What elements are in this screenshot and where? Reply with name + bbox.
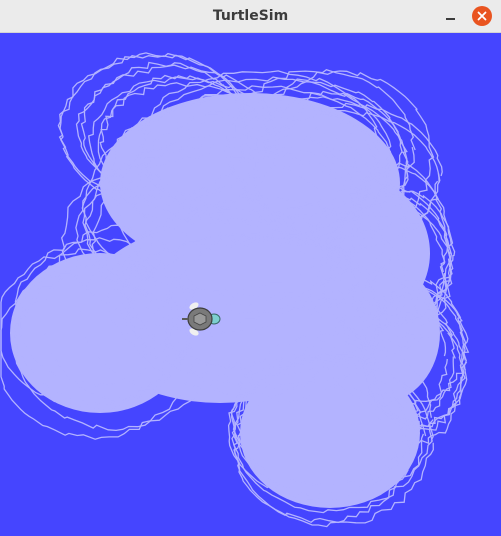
minimize-button[interactable] [440,6,460,26]
title-bar[interactable]: TurtleSim [0,0,501,33]
turtlesim-window: TurtleSim [0,0,501,536]
minimize-icon [445,18,455,20]
turtle-canvas [0,33,501,536]
close-icon [477,11,487,21]
window-title: TurtleSim [212,8,289,24]
close-button[interactable] [472,6,492,26]
